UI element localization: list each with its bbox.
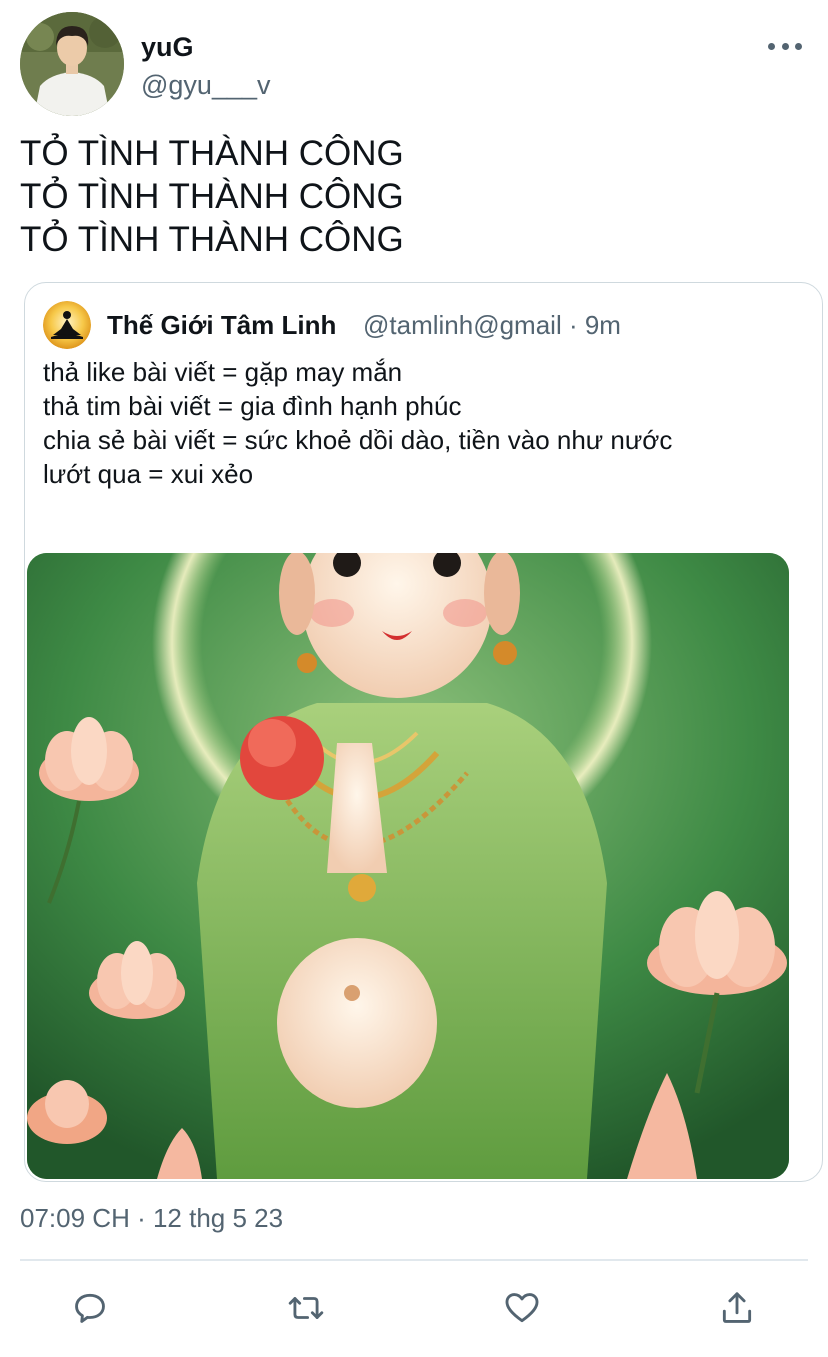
action-bar [0,1280,828,1336]
quoted-line: chia sẻ bài viết = sức khoẻ dồi dào, tiề… [43,425,673,455]
retweet-icon[interactable] [286,1288,326,1328]
tweet-line: TỎ TÌNH THÀNH CÔNG [20,220,404,259]
divider [20,1259,808,1261]
quoted-line: thả like bài viết = gặp may mắn [43,357,403,387]
reply-icon[interactable] [70,1288,110,1328]
quoted-tweet-card[interactable]: Thế Giới Tâm Linh @tamlinh@gmail · 9m th… [24,282,823,1182]
heart-icon[interactable] [502,1288,542,1328]
quoted-author-handle-time: @tamlinh@gmail · 9m [363,310,621,340]
more-dot [795,42,802,50]
author-handle[interactable]: @gyu___v [141,70,271,101]
share-icon[interactable] [717,1288,757,1328]
author-avatar[interactable] [20,12,124,116]
quoted-tweet-text: thả like bài viết = gặp may mắn thả tim … [43,355,813,491]
tweet-line: TỎ TÌNH THÀNH CÔNG [20,134,404,173]
quoted-line: thả tim bài viết = gia đình hạnh phúc [43,391,462,421]
tweet-timestamp[interactable]: 07:09 CH · 12 thg 5 23 [20,1203,283,1234]
quoted-author-name: Thế Giới Tâm Linh [107,310,337,340]
tweet-line: TỎ TÌNH THÀNH CÔNG [20,177,404,216]
quoted-author-avatar [43,301,91,349]
author-name[interactable]: yuG [141,32,194,63]
tweet-text: TỎ TÌNH THÀNH CÔNG TỎ TÌNH THÀNH CÔNG TỎ… [20,132,810,261]
tweet-header: yuG @gyu___v [20,12,810,116]
more-dot [768,42,775,50]
more-dot [781,42,789,50]
quoted-line: lướt qua = xui xẻo [43,459,254,489]
quoted-media-image[interactable] [27,553,789,1179]
more-horizontal-icon[interactable] [768,38,802,54]
